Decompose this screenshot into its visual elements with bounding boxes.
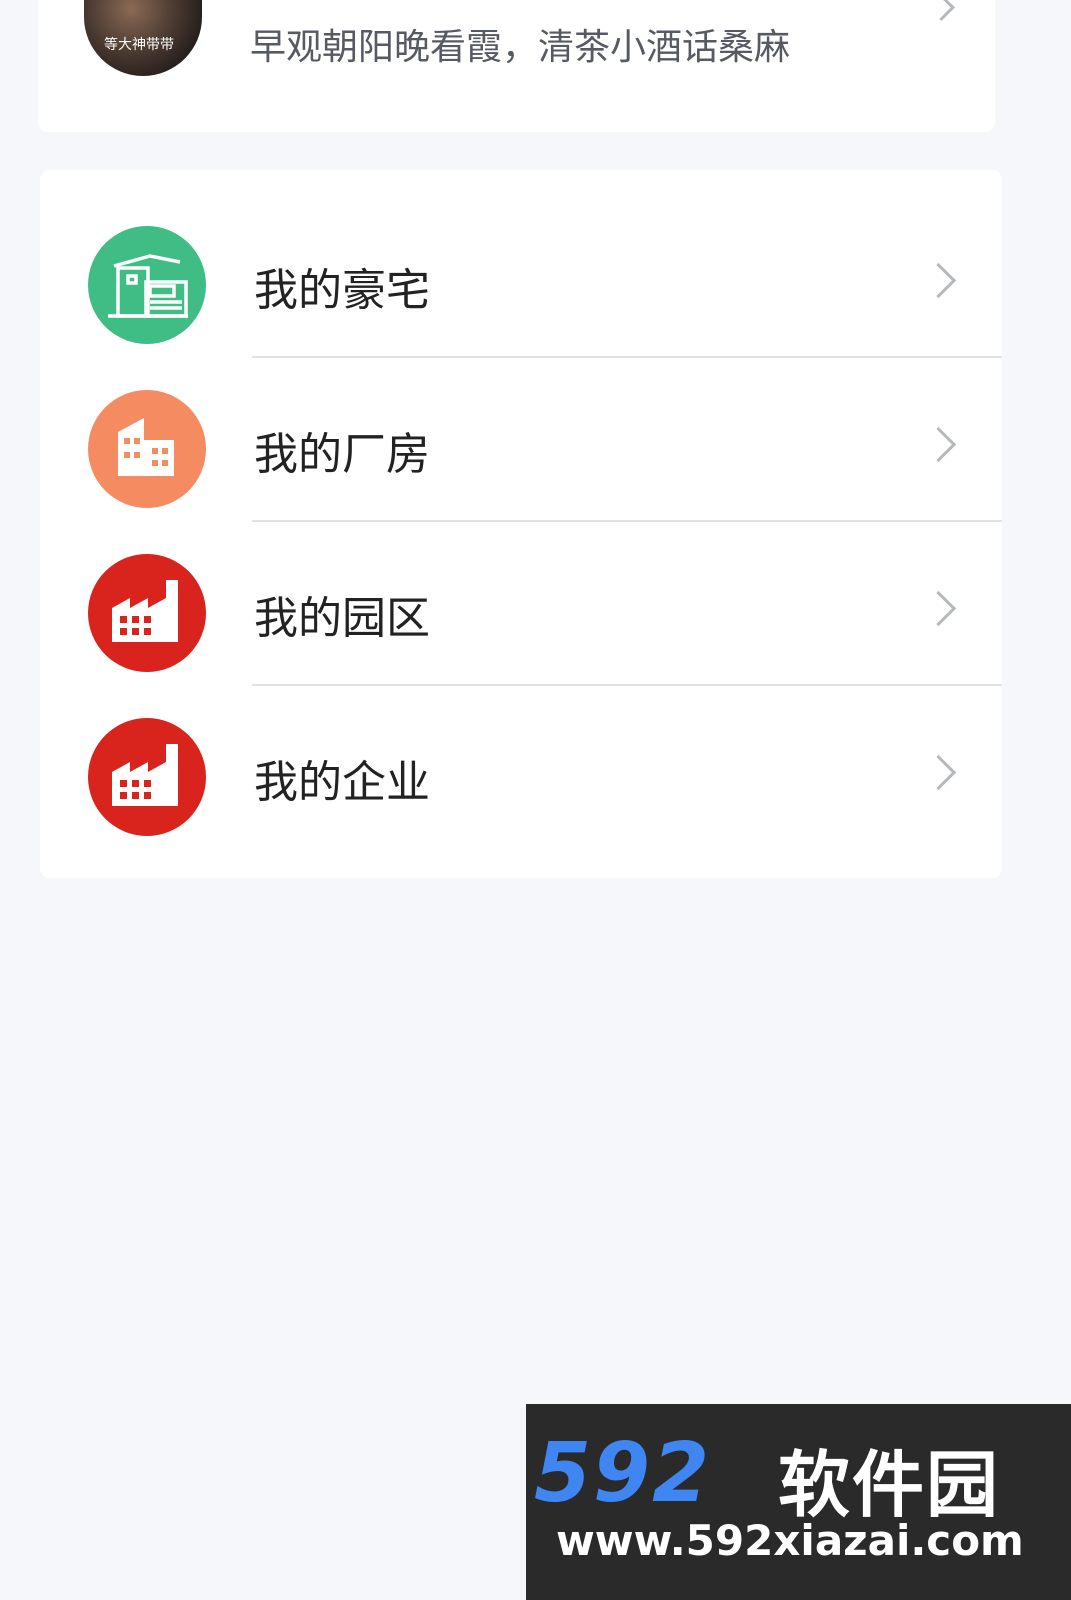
avatar-caption: 等大神带带	[104, 37, 174, 53]
chevron-right-icon	[920, 590, 957, 627]
watermark: 592 软件园 www.592xiazai.com	[526, 1404, 1071, 1600]
avatar[interactable]: 等大神带带	[84, 0, 202, 76]
menu-item-enterprise[interactable]: 我的企业	[40, 662, 1002, 836]
villa-icon	[88, 226, 206, 344]
profile-card[interactable]: 等大神带带 早观朝阳晚看霞，清茶小酒话桑麻	[38, 0, 995, 132]
building-icon	[88, 390, 206, 508]
menu-item-label: 我的厂房	[254, 429, 430, 480]
watermark-number: 592	[534, 1426, 712, 1521]
profile-motto: 早观朝阳晚看霞，清茶小酒话桑麻	[250, 27, 791, 68]
menu-item-plant[interactable]: 我的厂房	[40, 334, 1002, 522]
menu-item-label: 我的企业	[254, 757, 430, 808]
menu-card: 我的豪宅 我的厂房 我的园区 我的企业	[40, 170, 1002, 878]
factory-icon	[88, 554, 206, 672]
chevron-right-icon	[920, 426, 957, 463]
menu-item-label: 我的豪宅	[254, 265, 430, 316]
menu-item-villa[interactable]: 我的豪宅	[40, 170, 1002, 358]
chevron-right-icon	[928, 0, 955, 21]
chevron-right-icon	[920, 754, 957, 791]
menu-item-park[interactable]: 我的园区	[40, 498, 1002, 686]
chevron-right-icon	[920, 262, 957, 299]
watermark-url: www.592xiazai.com	[556, 1516, 1024, 1565]
factory-icon	[88, 718, 206, 836]
menu-item-label: 我的园区	[254, 593, 430, 644]
